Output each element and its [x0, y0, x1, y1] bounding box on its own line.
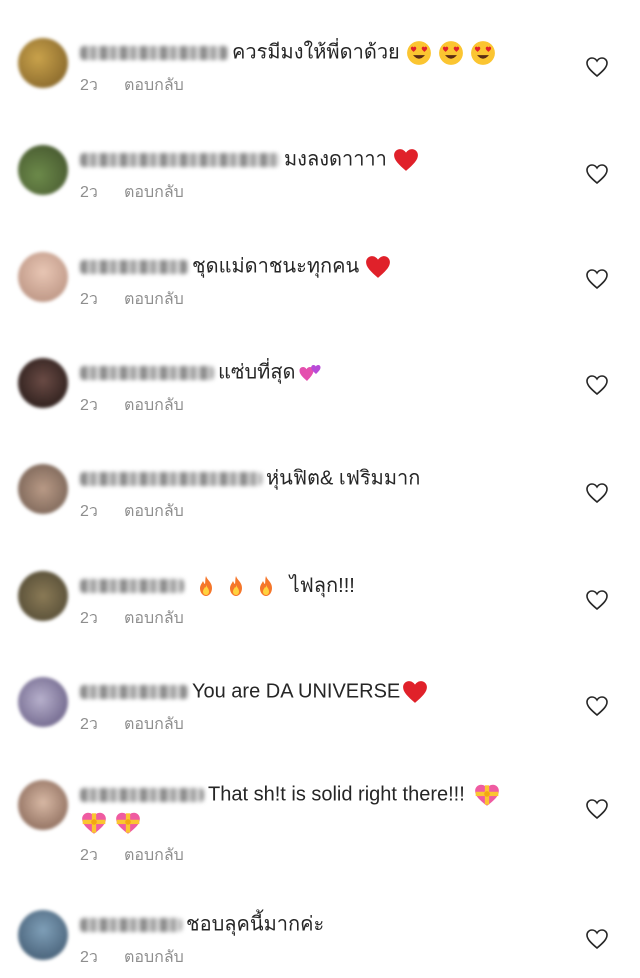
comment-time: 2ว	[80, 715, 98, 733]
avatar[interactable]	[18, 571, 68, 621]
username[interactable]	[80, 787, 204, 802]
username[interactable]	[80, 684, 188, 699]
username[interactable]	[80, 152, 280, 167]
comment-time: 2ว	[80, 396, 98, 414]
username[interactable]	[80, 471, 262, 486]
avatar[interactable]	[18, 358, 68, 408]
like-heart-icon[interactable]	[585, 374, 609, 396]
comment-time: 2ว	[80, 290, 98, 308]
heart-ribbon-icon	[80, 810, 108, 836]
heart-eyes-icon	[470, 40, 496, 66]
two-hearts-icon	[298, 361, 324, 385]
comment-text: ชุดแม่ดาชนะทุกคน	[192, 255, 360, 278]
red-heart-icon	[365, 255, 391, 279]
like-heart-icon[interactable]	[585, 268, 609, 290]
red-heart-icon	[393, 148, 419, 172]
reply-button[interactable]: ตอบกลับ	[124, 610, 184, 627]
comment-time: 2ว	[80, 76, 98, 94]
avatar[interactable]	[18, 780, 68, 830]
comment-text: แซ่บที่สุด	[218, 361, 296, 384]
avatar[interactable]	[18, 252, 68, 302]
comment-text: ชอบลุคนี้มากค่ะ	[186, 913, 325, 936]
comment-text: ควรมีมงให้พี่ดาด้วย	[232, 41, 400, 64]
like-heart-icon[interactable]	[585, 695, 609, 717]
reply-button[interactable]: ตอบกลับ	[124, 847, 184, 864]
comment-text: มงลงดาาาา	[284, 148, 387, 171]
fire-icon	[224, 573, 248, 599]
reply-button[interactable]: ตอบกลับ	[124, 397, 184, 414]
comment-time: 2ว	[80, 502, 98, 520]
reply-button[interactable]: ตอบกลับ	[124, 184, 184, 201]
comment-time: 2ว	[80, 948, 98, 966]
reply-button[interactable]: ตอบกลับ	[124, 77, 184, 94]
comment-text: หุ่นฟิต& เฟริมมาก	[266, 467, 421, 490]
username[interactable]	[80, 917, 182, 932]
like-heart-icon[interactable]	[585, 798, 609, 820]
username[interactable]	[80, 365, 214, 380]
reply-button[interactable]: ตอบกลับ	[124, 503, 184, 520]
like-heart-icon[interactable]	[585, 589, 609, 611]
heart-eyes-icon	[406, 40, 432, 66]
comment-time: 2ว	[80, 183, 98, 201]
username[interactable]	[80, 578, 184, 593]
avatar[interactable]	[18, 38, 68, 88]
heart-ribbon-icon	[473, 782, 501, 808]
like-heart-icon[interactable]	[585, 482, 609, 504]
red-heart-icon	[402, 680, 428, 704]
comment-text: ไฟลุก!!!	[289, 574, 355, 597]
username[interactable]	[80, 259, 188, 274]
avatar[interactable]	[18, 910, 68, 960]
avatar[interactable]	[18, 145, 68, 195]
avatar[interactable]	[18, 677, 68, 727]
like-heart-icon[interactable]	[585, 163, 609, 185]
avatar[interactable]	[18, 464, 68, 514]
reply-button[interactable]: ตอบกลับ	[124, 949, 184, 966]
comment-text: That sh!t is solid right there!!!	[208, 783, 465, 806]
heart-eyes-icon	[438, 40, 464, 66]
heart-ribbon-icon	[114, 810, 142, 836]
reply-button[interactable]: ตอบกลับ	[124, 291, 184, 308]
fire-icon	[254, 573, 278, 599]
reply-button[interactable]: ตอบกลับ	[124, 716, 184, 733]
username[interactable]	[80, 45, 228, 60]
like-heart-icon[interactable]	[585, 928, 609, 950]
comment-time: 2ว	[80, 846, 98, 864]
comment-time: 2ว	[80, 609, 98, 627]
comment-text: You are DA UNIVERSE	[192, 680, 401, 703]
like-heart-icon[interactable]	[585, 56, 609, 78]
fire-icon	[194, 573, 218, 599]
